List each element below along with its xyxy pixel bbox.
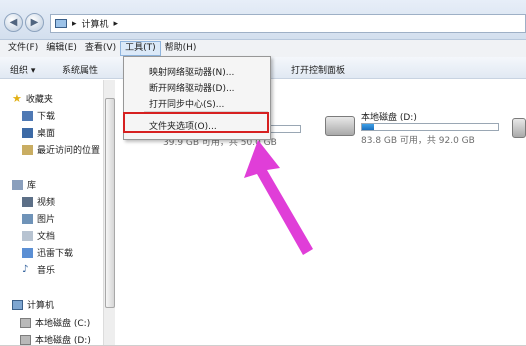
annotation-arrow-icon bbox=[244, 140, 313, 255]
annotation-arrow-shape bbox=[244, 140, 313, 255]
